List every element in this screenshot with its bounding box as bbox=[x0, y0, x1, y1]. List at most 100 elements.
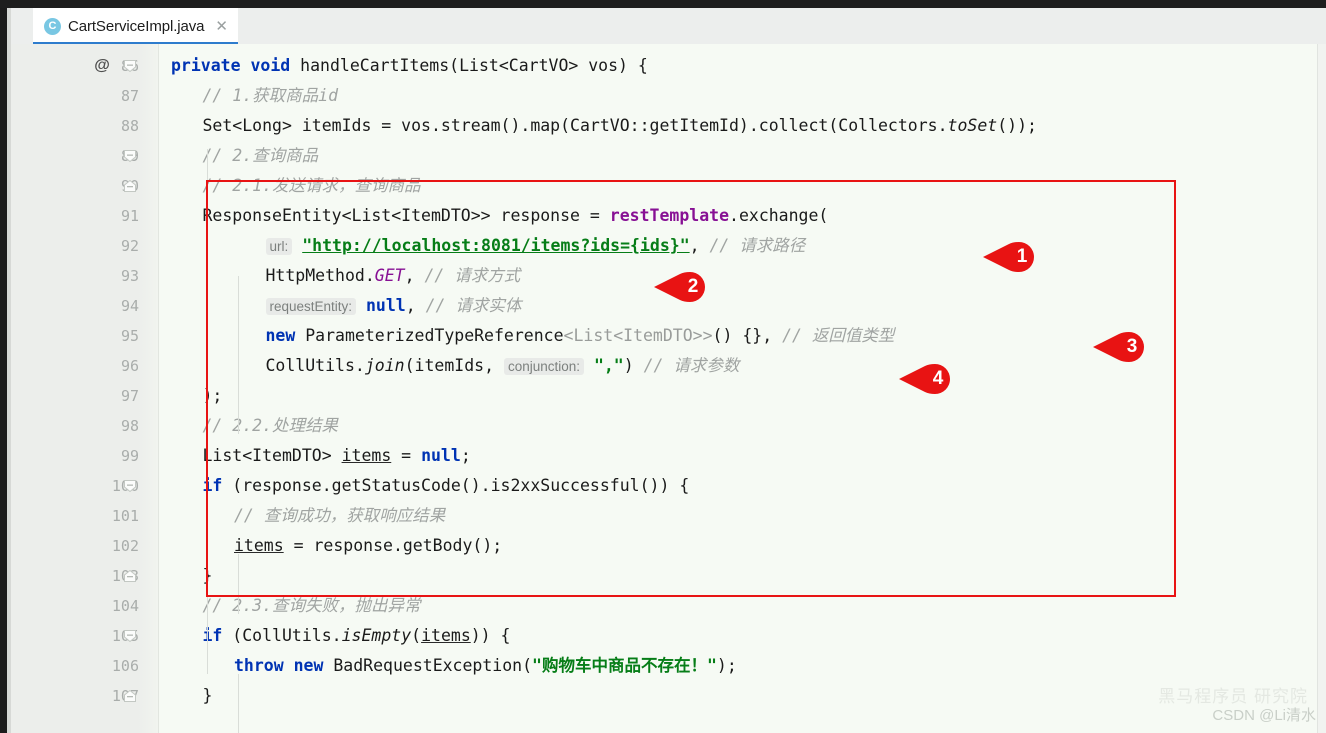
code-token: // 请求路径 bbox=[710, 236, 806, 255]
java-class-icon: C bbox=[44, 18, 61, 35]
line-number: 96 bbox=[11, 351, 139, 381]
code-token: ); bbox=[203, 386, 223, 405]
parameter-hint: requestEntity: bbox=[266, 298, 357, 315]
line-number: 97 bbox=[11, 381, 139, 411]
line-number: 107 bbox=[11, 681, 139, 711]
code-token: if bbox=[203, 626, 223, 645]
code-token: GET bbox=[375, 266, 405, 285]
code-line[interactable]: url: "http://localhost:8081/items?ids={i… bbox=[266, 231, 806, 261]
code-token: new bbox=[294, 656, 324, 675]
window-frame-top bbox=[0, 0, 1326, 8]
code-token bbox=[292, 236, 302, 255]
line-number: 90 bbox=[11, 171, 139, 201]
fold-end-icon[interactable] bbox=[123, 681, 139, 711]
code-token: handleCartItems(List<CartVO> vos) { bbox=[290, 56, 648, 75]
code-line[interactable]: throw new BadRequestException("购物车中商品不存在… bbox=[234, 651, 737, 681]
code-token: HttpMethod. bbox=[266, 266, 375, 285]
fold-collapse-icon[interactable] bbox=[123, 51, 139, 81]
code-line[interactable]: // 1.获取商品id bbox=[203, 81, 339, 111]
code-token: CollUtils. bbox=[266, 356, 365, 375]
fold-collapse-icon[interactable] bbox=[123, 141, 139, 171]
line-number: 93 bbox=[11, 261, 139, 291]
fold-end-icon[interactable] bbox=[123, 171, 139, 201]
code-line[interactable]: List<ItemDTO> items = null; bbox=[203, 441, 471, 471]
line-number: 89 bbox=[11, 141, 139, 171]
line-number: 100 bbox=[11, 471, 139, 501]
indent-guide bbox=[207, 149, 208, 674]
indent-guide bbox=[238, 276, 239, 434]
line-number: 95 bbox=[11, 321, 139, 351]
code-token: null bbox=[366, 296, 406, 315]
close-icon[interactable]: ✕ bbox=[215, 19, 228, 34]
code-token: join bbox=[365, 356, 405, 375]
code-line[interactable]: items = response.getBody(); bbox=[234, 531, 502, 561]
code-line[interactable]: // 2.查询商品 bbox=[203, 141, 319, 171]
code-token: ; bbox=[461, 446, 471, 465]
line-number: 86 bbox=[11, 51, 139, 81]
fold-end-icon[interactable] bbox=[123, 561, 139, 591]
code-line[interactable]: CollUtils.join(itemIds, conjunction: ","… bbox=[266, 351, 740, 381]
code-token: "http://localhost:8081/items?ids={ids}" bbox=[302, 236, 689, 255]
fold-collapse-icon[interactable] bbox=[123, 471, 139, 501]
annotation-marker-icon[interactable]: @ bbox=[91, 51, 113, 81]
code-token: "," bbox=[594, 356, 624, 375]
line-number: 102 bbox=[11, 531, 139, 561]
code-token: // 2.查询商品 bbox=[203, 146, 319, 165]
code-token: private bbox=[171, 56, 241, 75]
code-token: items bbox=[342, 446, 392, 465]
code-token: // 请求方式 bbox=[424, 266, 520, 285]
code-token: new bbox=[266, 326, 296, 345]
code-token: void bbox=[250, 56, 290, 75]
indent-guide bbox=[238, 554, 239, 614]
code-token: ) bbox=[624, 356, 644, 375]
code-token: Set<Long> itemIds = vos.stream().map(Car… bbox=[203, 116, 948, 135]
code-line[interactable]: ); bbox=[203, 381, 223, 411]
fold-collapse-icon[interactable] bbox=[123, 621, 139, 651]
code-token: // 1.获取商品id bbox=[203, 86, 339, 105]
line-number: 91 bbox=[11, 201, 139, 231]
code-line[interactable]: if (response.getStatusCode().is2xxSucces… bbox=[203, 471, 690, 501]
code-token: toSet bbox=[948, 116, 998, 135]
code-line[interactable]: if (CollUtils.isEmpty(items)) { bbox=[203, 621, 511, 651]
line-number: 98 bbox=[11, 411, 139, 441]
code-content[interactable]: 8586@private void handleCartItems(List<C… bbox=[11, 44, 1326, 733]
code-line[interactable]: new ParameterizedTypeReference<List<Item… bbox=[266, 321, 895, 351]
code-line[interactable]: Set<Long> itemIds = vos.stream().map(Car… bbox=[203, 111, 1037, 141]
parameter-hint: conjunction: bbox=[504, 358, 584, 375]
code-line[interactable]: HttpMethod.GET, // 请求方式 bbox=[266, 261, 521, 291]
code-token: throw bbox=[234, 656, 284, 675]
code-line[interactable]: // 2.2.处理结果 bbox=[203, 411, 339, 441]
code-line[interactable]: } bbox=[203, 681, 213, 711]
code-token: ( bbox=[411, 626, 421, 645]
code-token: .exchange( bbox=[729, 206, 828, 225]
code-token: (response.getStatusCode().is2xxSuccessfu… bbox=[222, 476, 689, 495]
author-watermark: CSDN @Li清水 bbox=[1212, 704, 1316, 725]
code-line[interactable]: // 2.3.查询失败，抛出异常 bbox=[203, 591, 421, 621]
code-token: null bbox=[421, 446, 461, 465]
code-token bbox=[241, 56, 251, 75]
code-token: // 2.3.查询失败，抛出异常 bbox=[203, 596, 421, 615]
code-token: , bbox=[405, 266, 425, 285]
parameter-hint: url: bbox=[266, 238, 293, 255]
window-frame-left bbox=[0, 0, 7, 733]
tab-cartserviceimpl[interactable]: C CartServiceImpl.java ✕ bbox=[33, 8, 238, 44]
line-number: 104 bbox=[11, 591, 139, 621]
code-line[interactable]: private void handleCartItems(List<CartVO… bbox=[171, 51, 648, 81]
code-line[interactable]: requestEntity: null, // 请求实体 bbox=[266, 291, 522, 321]
code-line[interactable]: ResponseEntity<List<ItemDTO>> response =… bbox=[203, 201, 829, 231]
code-token: if bbox=[203, 476, 223, 495]
code-editor[interactable]: 8586@private void handleCartItems(List<C… bbox=[11, 44, 1326, 733]
editor-tab-bar: C CartServiceImpl.java ✕ bbox=[11, 8, 1326, 44]
code-token: // 请求实体 bbox=[426, 296, 522, 315]
code-token: items bbox=[234, 536, 284, 555]
code-token: (CollUtils. bbox=[222, 626, 341, 645]
editor-scrollbar[interactable] bbox=[1317, 44, 1326, 733]
code-token: items bbox=[421, 626, 471, 645]
code-line[interactable]: // 查询成功，获取响应结果 bbox=[234, 501, 445, 531]
code-token: = response.getBody(); bbox=[284, 536, 503, 555]
code-token: <List<ItemDTO>> bbox=[564, 326, 713, 345]
code-token: () {}, bbox=[713, 326, 783, 345]
code-line[interactable]: // 2.1.发送请求，查询商品 bbox=[203, 171, 421, 201]
code-token: // 请求参数 bbox=[644, 356, 740, 375]
code-token: // 查询成功，获取响应结果 bbox=[234, 506, 445, 525]
